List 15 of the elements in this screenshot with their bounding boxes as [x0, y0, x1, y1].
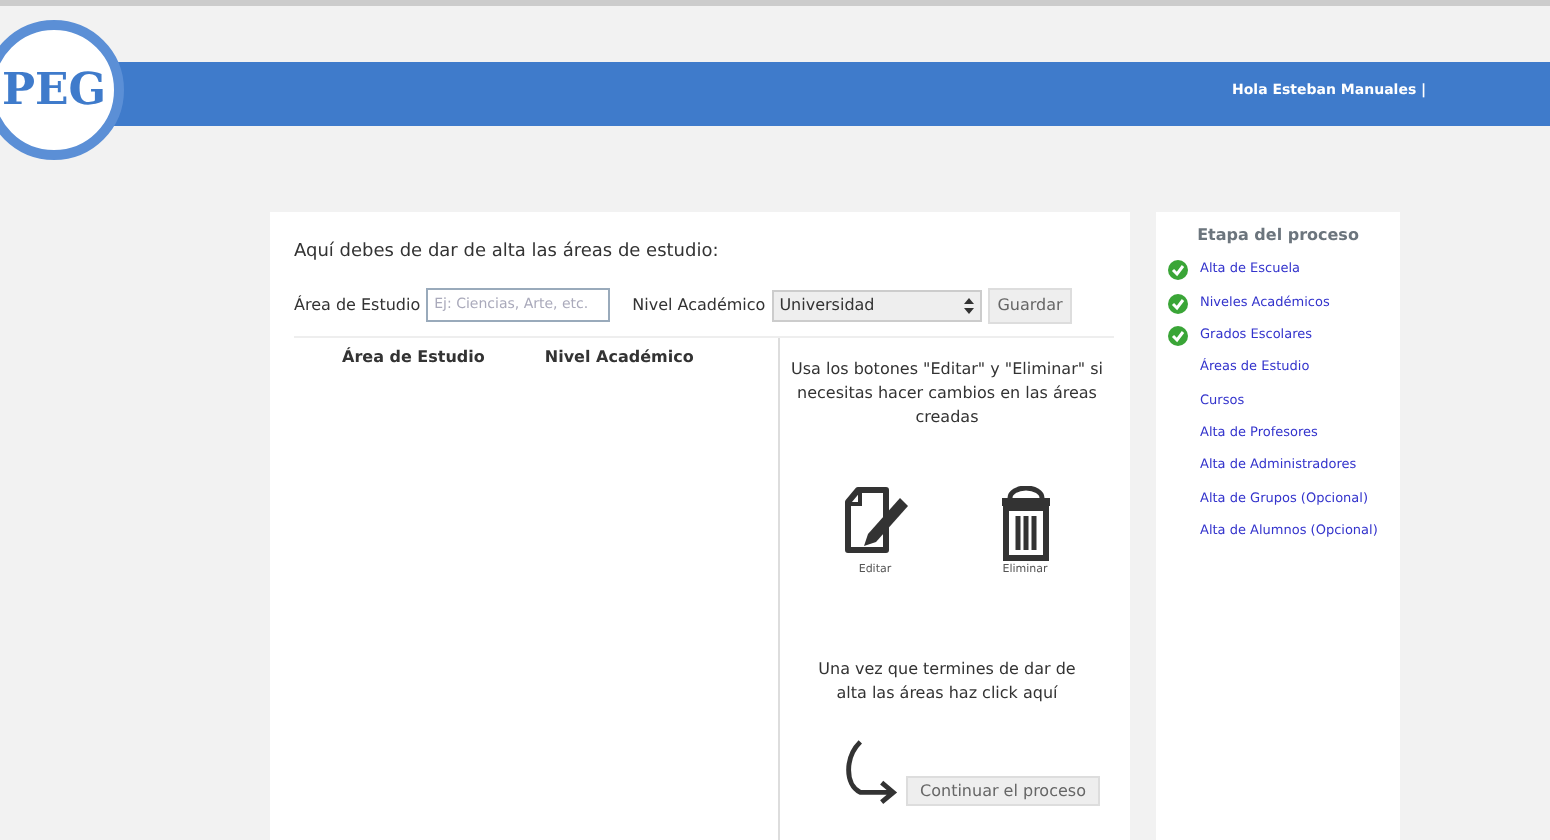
logo: PEG — [0, 20, 124, 160]
instruction-text: Aquí debes de dar de alta las áreas de estudio: — [294, 240, 721, 266]
select-arrows-icon — [963, 297, 974, 313]
continue-button[interactable]: Continuar el proceso — [906, 775, 1100, 806]
trash-icon[interactable] — [997, 485, 1053, 561]
field-label: Área de Estudio — [294, 293, 421, 317]
field-label: Nivel Académico — [632, 293, 766, 317]
continue-text: Una vez que termines de dar de alta las áreas haz click aquí — [816, 657, 1078, 706]
column-header: Nivel Académico — [544, 345, 694, 369]
help-text: Usa los botones "Editar" y "Eliminar" si necesitas hacer cambios en las áreas creadas — [789, 357, 1105, 429]
save-button[interactable]: Guardar — [987, 287, 1073, 323]
curved-arrow-icon — [842, 737, 899, 806]
column-header: Área de Estudio — [342, 345, 485, 369]
panel-title: Etapa del proceso — [1195, 224, 1361, 248]
level-select[interactable]: Universidad — [771, 289, 982, 321]
